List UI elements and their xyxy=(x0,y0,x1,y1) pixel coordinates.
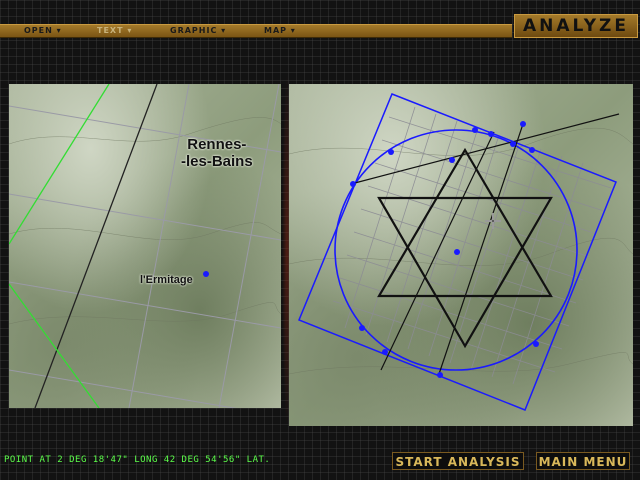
screen-title: ANALYZE xyxy=(514,14,638,38)
map-label-rennes: Rennes- -les-Bains xyxy=(181,136,253,170)
zoomed-map-panel[interactable]: Rennes- -les-Bains l'Ermitage xyxy=(9,84,281,408)
menu-graphic[interactable]: GRAPHIC ▾ xyxy=(170,25,226,37)
coordinate-status: POINT AT 2 DEG 18'47" LONG 42 DEG 54'56"… xyxy=(4,455,271,465)
menu-open[interactable]: OPEN ▾ xyxy=(24,25,62,37)
overview-map-overlay xyxy=(289,93,633,411)
menu-bar: OPEN ▾ TEXT ▾ GRAPHIC ▾ MAP ▾ xyxy=(0,24,512,38)
ermitage-point xyxy=(203,271,209,277)
menu-map[interactable]: MAP ▾ xyxy=(264,25,296,37)
start-analysis-button[interactable]: START ANALYSIS xyxy=(392,452,524,470)
zoomed-map-overlay xyxy=(9,84,281,408)
move-cursor-icon xyxy=(485,213,501,229)
map-label-ermitage: l'Ermitage xyxy=(140,274,193,286)
overview-map-panel[interactable] xyxy=(289,84,633,426)
menu-text[interactable]: TEXT ▾ xyxy=(97,25,132,37)
main-menu-button[interactable]: MAIN MENU xyxy=(536,452,630,470)
